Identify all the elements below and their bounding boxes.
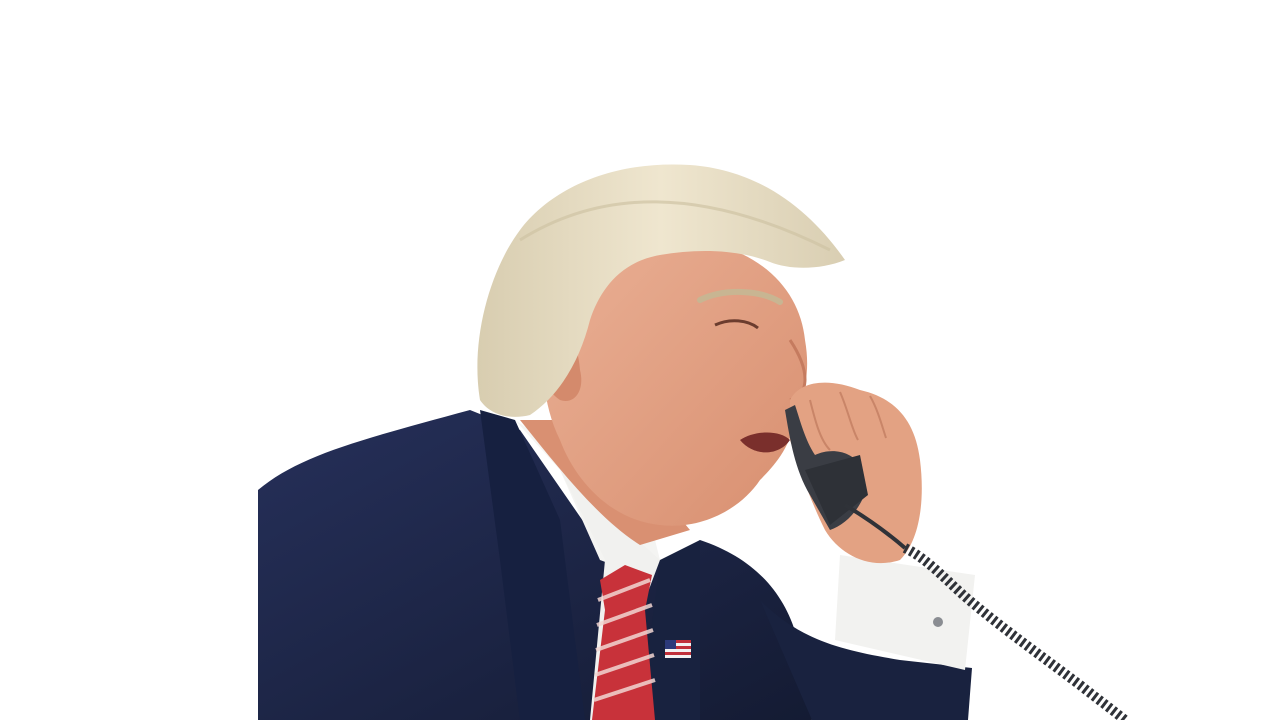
person-on-phone-photo — [258, 164, 1129, 720]
photo-canvas — [0, 0, 1280, 720]
cufflink — [933, 617, 943, 627]
flag-pin — [665, 640, 691, 658]
